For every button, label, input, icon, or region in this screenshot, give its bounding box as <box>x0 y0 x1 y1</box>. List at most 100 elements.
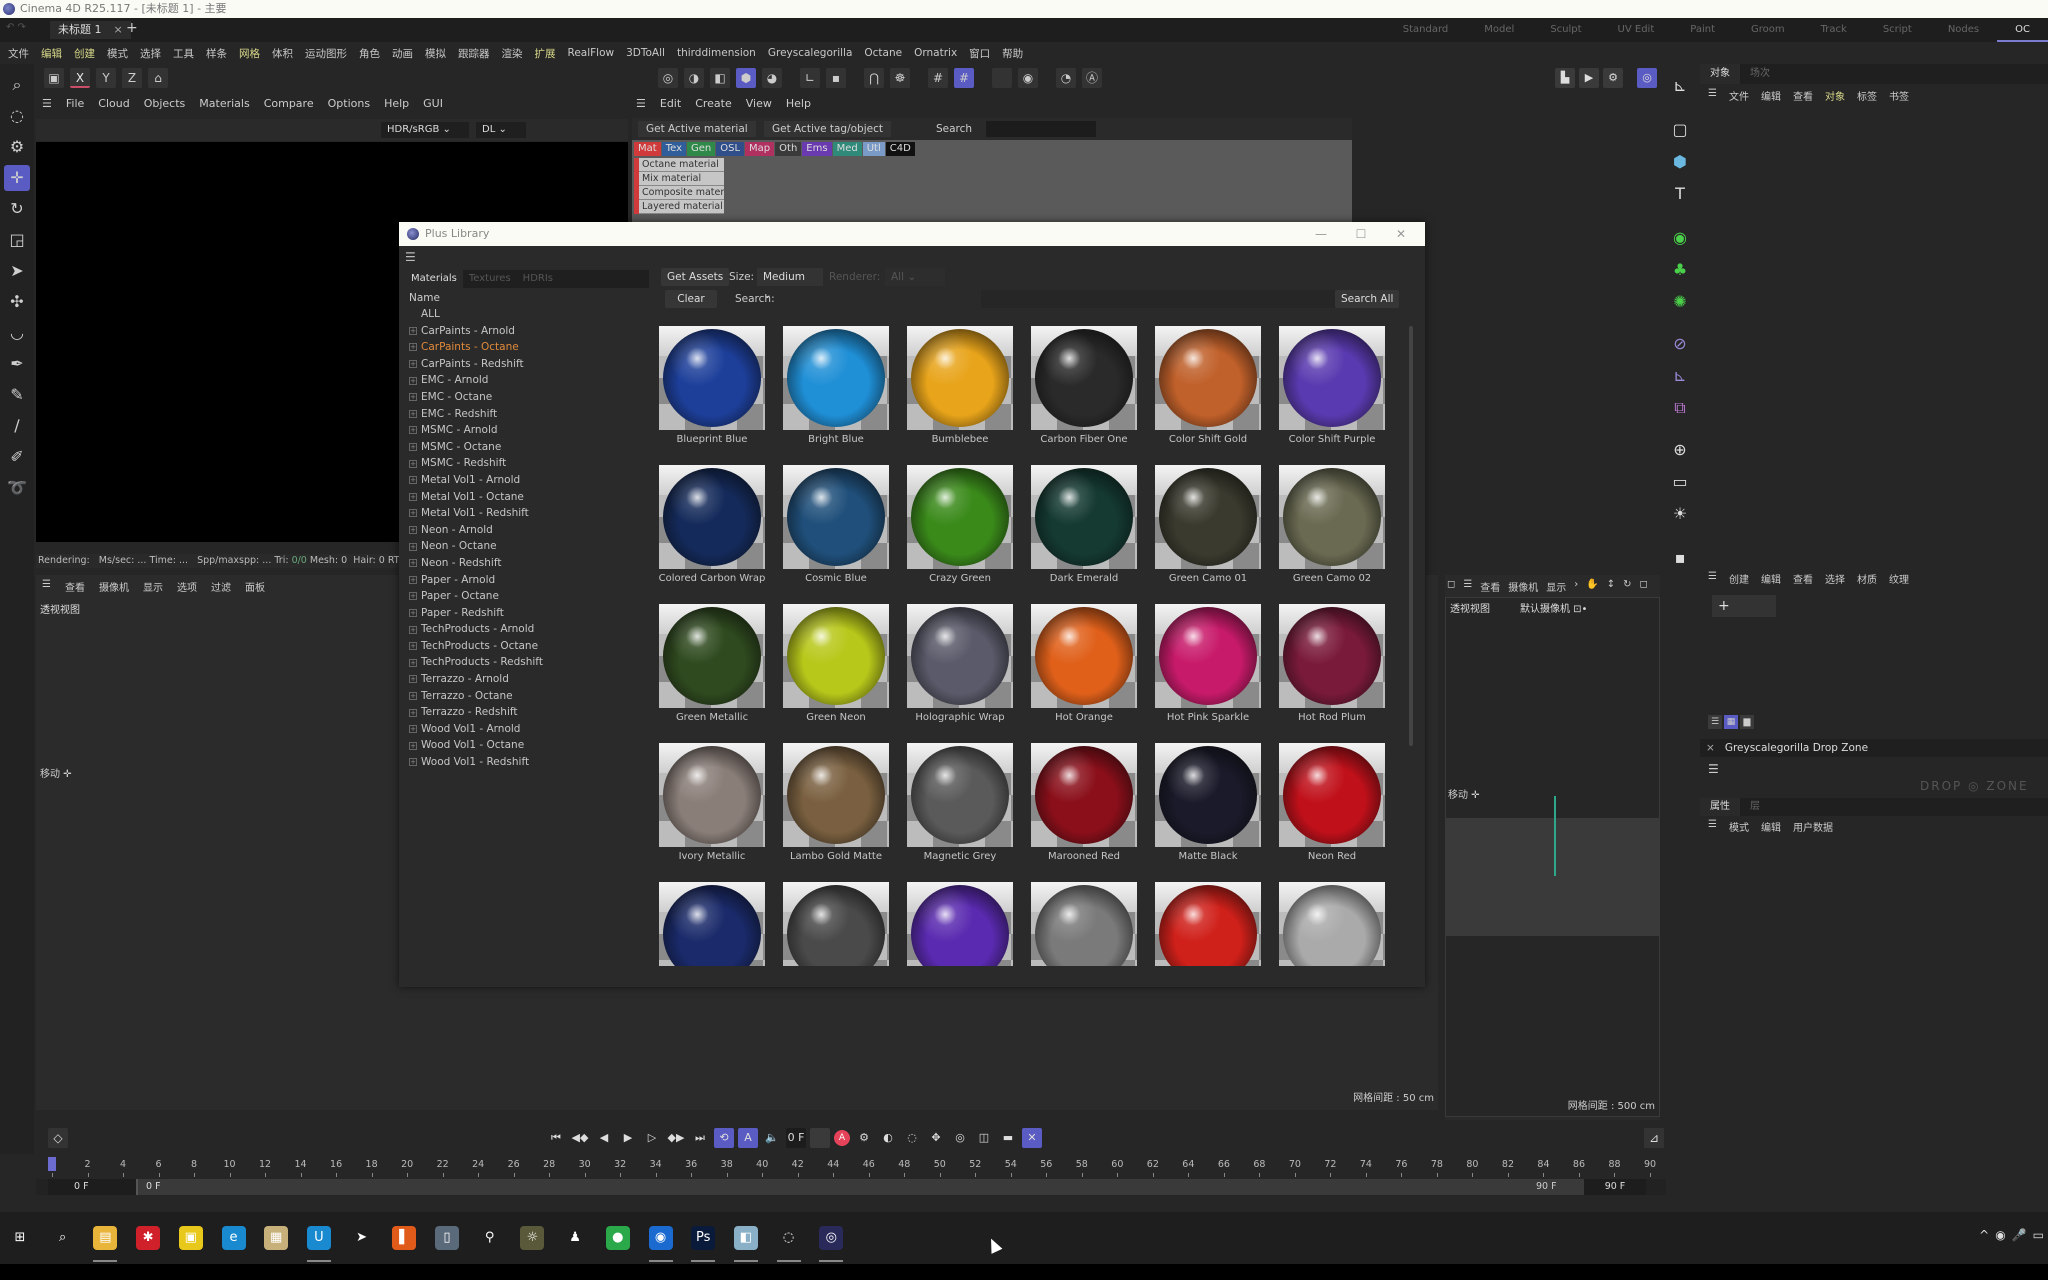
grid-snap-icon[interactable]: # <box>954 68 974 88</box>
material-thumbnail[interactable] <box>1155 604 1261 708</box>
menu-item[interactable]: 网格 <box>239 46 260 61</box>
node-tab-osl[interactable]: OSL <box>716 142 745 156</box>
gear-cursor-icon[interactable]: ⚙ <box>4 134 30 160</box>
tree-item[interactable]: + Paper - Octane <box>405 588 649 605</box>
timeline-ruler[interactable]: 2 4 6 8 10 12 14 16 18 20 22 24 26 28 30 32 34 36 38 40 42 44… <box>52 1159 1656 1179</box>
reset-icon[interactable]: ▣ <box>44 68 64 88</box>
material-thumbnail[interactable] <box>907 604 1013 708</box>
layout-tab-uv-edit[interactable]: UV Edit <box>1600 18 1673 42</box>
taskbar-app-blue-icon[interactable]: ◉ <box>648 1226 673 1250</box>
menu-item[interactable]: 动画 <box>392 46 413 61</box>
tree-item[interactable]: + Terrazzo - Octane <box>405 688 649 705</box>
model-mode-icon[interactable]: ◎ <box>658 68 678 88</box>
taskbar-photoshop-icon[interactable]: Ps <box>691 1226 716 1250</box>
material-tile[interactable] <box>659 882 765 966</box>
material-thumbnail[interactable] <box>1279 326 1385 430</box>
expand-icon[interactable]: + <box>409 691 417 700</box>
material-tile[interactable]: Carbon Fiber One <box>1031 326 1137 456</box>
search-all-button[interactable]: Search All <box>1335 290 1400 308</box>
mm-menu-help[interactable]: Help <box>786 97 811 110</box>
object-menu-item[interactable]: 编辑 <box>1761 88 1781 103</box>
tree-item[interactable]: + Metal Vol1 - Octane <box>405 489 649 506</box>
viewport-menu-item[interactable]: 摄像机 <box>1508 579 1538 594</box>
tab-objects[interactable]: 对象 <box>1700 64 1740 84</box>
layout-tab-groom[interactable]: Groom <box>1733 18 1803 42</box>
keyframe-settings-icon[interactable]: ⚙ <box>854 1128 874 1148</box>
pan-icon[interactable]: ✋ <box>1586 579 1598 594</box>
snap-magnet-icon[interactable]: ⋂ <box>864 68 884 88</box>
menu-item[interactable]: 样条 <box>206 46 227 61</box>
material-panel-menu-item[interactable]: 编辑 <box>1761 571 1781 586</box>
material-tile[interactable]: Blueprint Blue <box>659 326 765 456</box>
material-thumbnail[interactable] <box>1155 743 1261 847</box>
material-thumbnail[interactable] <box>1031 326 1137 430</box>
material-thumbnail[interactable] <box>907 326 1013 430</box>
taskbar-app-u-icon[interactable]: U <box>306 1226 331 1250</box>
polygon-pen-icon[interactable]: ✎ <box>4 382 30 408</box>
node-tab-utl[interactable]: Utl <box>862 142 885 156</box>
prev-frame-icon[interactable]: ◀ <box>594 1128 614 1148</box>
camera-label[interactable]: 默认摄像机 ⊡• <box>1520 600 1587 615</box>
tree-item[interactable]: ALL <box>405 306 649 323</box>
auto-icon[interactable]: Ⓐ <box>1082 68 1102 88</box>
menu-item[interactable]: thirddimension <box>677 47 756 59</box>
subdivision-icon[interactable]: ◉ <box>1666 224 1694 252</box>
y-axis-toggle[interactable]: Y <box>96 68 116 88</box>
material-thumbnail[interactable] <box>1279 743 1385 847</box>
material-tile[interactable] <box>907 882 1013 966</box>
current-frame-field[interactable]: 0 F <box>786 1128 806 1148</box>
tree-item[interactable]: + TechProducts - Octane <box>405 638 649 655</box>
object-menu-item[interactable]: 对象 <box>1825 88 1845 103</box>
taskbar-photos-icon[interactable]: ▦ <box>264 1226 289 1250</box>
undo-redo-icon[interactable]: ↶ ↷ <box>6 22 26 33</box>
node-tab-oth[interactable]: Oth <box>775 142 802 156</box>
z-axis-toggle[interactable]: Z <box>122 68 142 88</box>
get-active-tag-button[interactable]: Get Active tag/object <box>764 121 891 137</box>
menu-item[interactable]: Greyscalegorilla <box>768 47 853 59</box>
loop-icon[interactable]: ⟲ <box>714 1128 734 1148</box>
material-tile[interactable]: Green Neon <box>783 604 889 734</box>
hamburger-menu-icon[interactable]: ☰ <box>1708 88 1717 103</box>
prev-key-icon[interactable]: ◀◆ <box>570 1128 590 1148</box>
node-tab-med[interactable]: Med <box>832 142 862 156</box>
menu-item[interactable]: Octane <box>864 47 902 59</box>
material-thumbnail[interactable] <box>1279 882 1385 966</box>
tree-item[interactable]: + Terrazzo - Arnold <box>405 671 649 688</box>
taskbar-app-doc-icon[interactable]: ◧ <box>733 1226 758 1250</box>
material-tile[interactable]: Cosmic Blue <box>783 465 889 595</box>
expand-icon[interactable]: + <box>409 409 417 418</box>
pen-icon[interactable]: ✒ <box>4 351 30 377</box>
menu-item[interactable]: 帮助 <box>1002 46 1023 61</box>
taskbar-app-search-orange-icon[interactable]: ⚲ <box>477 1226 502 1250</box>
menu-item[interactable]: 模拟 <box>425 46 446 61</box>
cloner-icon[interactable]: ♣ <box>1666 256 1694 284</box>
taskbar-app-game-icon[interactable]: ☼ <box>520 1226 545 1250</box>
material-tile[interactable]: Hot Rod Plum <box>1279 604 1385 734</box>
material-tile[interactable]: Crazy Green <box>907 465 1013 595</box>
color-space-select[interactable]: HDR/sRGB ⌄ <box>381 122 469 138</box>
object-menu-item[interactable]: 查看 <box>1793 88 1813 103</box>
menu-item[interactable]: 跟踪器 <box>458 46 490 61</box>
maximize-button[interactable]: ☐ <box>1341 222 1381 246</box>
expand-icon[interactable]: + <box>409 360 417 369</box>
deformer-icon[interactable]: ⊘ <box>1666 330 1694 358</box>
viewer-menu-objects[interactable]: Objects <box>144 97 186 110</box>
layout-tab-nodes[interactable]: Nodes <box>1930 18 1997 42</box>
layout-tab-paint[interactable]: Paint <box>1672 18 1733 42</box>
viewport-menu-item[interactable]: 面板 <box>245 579 265 594</box>
viewport-menu-item[interactable]: 查看 <box>65 579 85 594</box>
taskbar-sticky-notes-icon[interactable]: ▣ <box>178 1226 203 1250</box>
tab-takes[interactable]: 场次 <box>1740 64 1780 84</box>
attributes-menu-item[interactable]: 编辑 <box>1761 819 1781 834</box>
tab-attributes[interactable]: 属性 <box>1700 798 1740 816</box>
taskbar-cinema4d-a-icon[interactable]: ◌ <box>776 1226 801 1250</box>
material-type-item[interactable]: Octane material <box>639 158 724 172</box>
tree-item[interactable]: + Neon - Arnold <box>405 522 649 539</box>
keyframe-icon[interactable]: ◇ <box>48 1128 68 1148</box>
render-view-icon[interactable]: ▙ <box>1555 68 1575 88</box>
material-tile[interactable]: Green Camo 01 <box>1155 465 1261 595</box>
search-icon[interactable]: ⌕ <box>4 72 30 98</box>
material-thumbnail[interactable] <box>1279 465 1385 569</box>
expand-icon[interactable]: + <box>409 758 417 767</box>
object-menu-item[interactable]: 文件 <box>1729 88 1749 103</box>
